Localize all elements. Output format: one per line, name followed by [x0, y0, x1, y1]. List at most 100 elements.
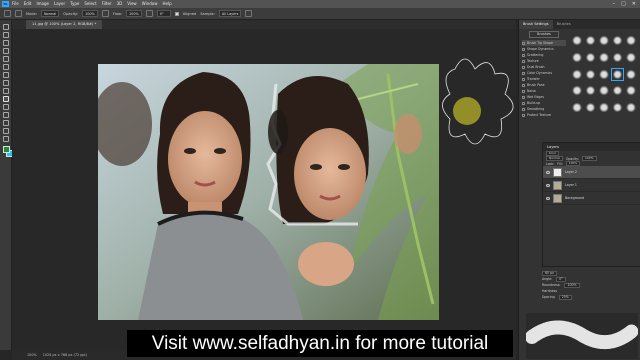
layer-row[interactable]: Background [543, 192, 640, 205]
brush-tip[interactable] [571, 68, 583, 80]
brush-tip[interactable] [598, 102, 610, 114]
document-canvas[interactable] [98, 64, 439, 320]
eye-icon[interactable] [546, 170, 550, 174]
eraser-tool-icon[interactable] [3, 104, 9, 110]
menu-filter[interactable]: Filter [102, 0, 112, 8]
brush-tip[interactable] [598, 35, 610, 46]
menu-layer[interactable]: Layer [54, 0, 65, 8]
menu-view[interactable]: View [127, 0, 137, 8]
layer-opacity-field[interactable]: 100% [581, 156, 597, 161]
brush-setting-label: Brush Tip Shape [527, 41, 553, 45]
tab-brush-settings[interactable]: Brush Settings [519, 20, 553, 29]
size-field[interactable]: 60 px [542, 270, 557, 276]
menu-file[interactable]: File [12, 0, 19, 8]
opacity-field[interactable]: 100% [82, 10, 98, 17]
brush-setting-label: Shape Dynamics [527, 47, 554, 51]
mode-select[interactable]: Normal [41, 10, 60, 17]
menu-bar: Ps File Edit Image Layer Type Select Fil… [0, 0, 640, 8]
brush-tip[interactable] [611, 102, 624, 114]
checkbox-icon [522, 41, 525, 45]
quick-select-tool-icon[interactable] [3, 48, 9, 54]
brush-tip[interactable] [584, 68, 597, 80]
menu-type[interactable]: Type [70, 0, 79, 8]
pen-tool-icon[interactable] [3, 120, 9, 126]
checkbox-icon [522, 107, 525, 111]
brush-preset-icon[interactable] [15, 10, 22, 17]
brush-tip-selected[interactable] [610, 67, 625, 81]
brush-tip[interactable] [625, 68, 637, 80]
eyedropper-tool-icon[interactable] [3, 72, 9, 78]
menu-image[interactable]: Image [36, 0, 49, 8]
brush-tip[interactable] [611, 85, 624, 97]
angle-field[interactable]: 0° [156, 10, 171, 17]
menu-edit[interactable]: Edit [24, 0, 32, 8]
zoom-level[interactable]: 100% [27, 353, 37, 357]
document-tab[interactable]: 11.jpg @ 100% (Layer 2, RGB/8#) * [26, 20, 103, 29]
sample-select[interactable]: All Layers [218, 10, 242, 17]
brush-tip[interactable] [571, 51, 583, 63]
airbrush-icon[interactable] [145, 10, 153, 17]
healing-brush-tool-icon[interactable] [3, 80, 9, 86]
hand-tool-icon[interactable] [3, 136, 9, 142]
brush-tip[interactable] [584, 35, 597, 46]
lasso-tool-icon[interactable] [3, 40, 9, 46]
brush-tip[interactable] [625, 35, 637, 46]
brush-tip[interactable] [584, 102, 597, 114]
fill-field[interactable]: 100% [565, 161, 581, 166]
maximize-button[interactable]: □ [621, 1, 626, 7]
clone-stamp-tool-icon[interactable] [3, 96, 9, 102]
tab-brushes[interactable]: Brushes [553, 20, 575, 29]
brush-tip[interactable] [584, 51, 597, 63]
frame-tool-icon[interactable] [3, 64, 9, 70]
clone-stamp-icon[interactable] [4, 10, 11, 17]
brush-tool-icon[interactable] [3, 88, 9, 94]
type-tool-icon[interactable] [3, 128, 9, 134]
layer-row[interactable]: Layer 2 [543, 166, 640, 179]
brushes-button[interactable]: Brushes [529, 31, 559, 38]
ignore-adjustment-icon[interactable] [245, 10, 253, 17]
eye-icon[interactable] [546, 183, 550, 187]
layers-panel-title[interactable]: Layers [543, 143, 640, 151]
roundness-field[interactable]: 100% [564, 282, 580, 288]
window-controls: – □ ✕ [613, 1, 636, 7]
photoshop-logo: Ps [2, 1, 9, 7]
brush-tip[interactable] [625, 102, 637, 114]
move-tool-icon[interactable] [3, 24, 9, 30]
right-panels: Brush Settings Brushes Brushes Brush Tip… [518, 20, 640, 360]
crop-tool-icon[interactable] [3, 56, 9, 62]
brush-tip[interactable] [625, 51, 637, 63]
minimize-button[interactable]: – [613, 1, 616, 7]
brush-tip[interactable] [598, 68, 610, 80]
menu-help[interactable]: Help [162, 0, 171, 8]
eye-icon[interactable] [546, 196, 550, 200]
angle-field[interactable]: 0° [556, 276, 566, 282]
brush-tip[interactable] [611, 51, 624, 63]
close-button[interactable]: ✕ [632, 1, 636, 7]
fill-label: Fill: [557, 161, 563, 166]
blend-mode-select[interactable]: Normal [546, 156, 563, 161]
spacing-label: Spacing [542, 295, 555, 299]
menu-select[interactable]: Select [84, 0, 96, 8]
tutorial-watermark: Visit www.selfadhyan.in for more tutoria… [127, 330, 513, 357]
marquee-tool-icon[interactable] [3, 32, 9, 38]
brush-setting-label: Protect Texture [527, 113, 551, 117]
brush-setting-label: Scattering [527, 53, 544, 57]
brush-tip[interactable] [598, 85, 610, 97]
layer-row[interactable]: Layer 1 [543, 179, 640, 192]
gradient-tool-icon[interactable] [3, 112, 9, 118]
brush-tip[interactable] [598, 51, 610, 63]
menu-window[interactable]: Window [142, 0, 158, 8]
brush-tip[interactable] [571, 85, 583, 97]
brush-setting-item[interactable]: Protect Texture [522, 112, 566, 118]
spacing-field[interactable]: 25% [558, 294, 572, 300]
brush-tip[interactable] [611, 35, 624, 46]
brush-tip[interactable] [584, 85, 597, 97]
aligned-checkbox[interactable] [174, 11, 179, 16]
brush-tip[interactable] [571, 35, 583, 46]
flow-field[interactable]: 100% [126, 10, 142, 17]
pressure-opacity-icon[interactable] [101, 10, 109, 17]
foreground-color-swatch[interactable] [3, 146, 10, 153]
brush-tip[interactable] [625, 85, 637, 97]
menu-3d[interactable]: 3D [117, 0, 123, 8]
brush-tip[interactable] [571, 102, 583, 114]
